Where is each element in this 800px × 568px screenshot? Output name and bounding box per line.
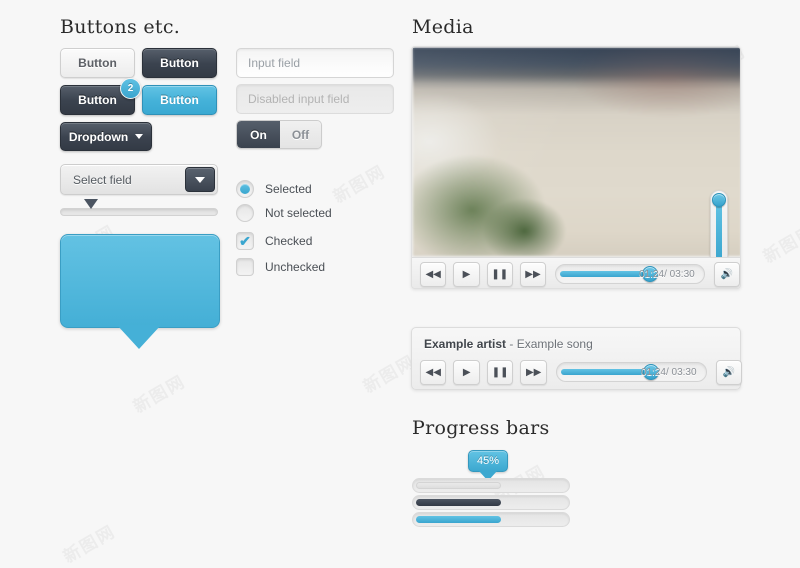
checkbox-checked-label: Checked — [265, 234, 313, 248]
blue-button[interactable]: Button — [142, 85, 217, 115]
progress-bar-blue-fill — [416, 516, 501, 523]
fast-forward-icon[interactable]: ▶▶ — [520, 359, 547, 385]
checkbox-unchecked-label: Unchecked — [265, 260, 326, 274]
progress-bar-dark — [412, 495, 570, 510]
page-title-media: Media — [412, 16, 474, 38]
rewind-icon[interactable]: ◀◀ — [420, 359, 447, 385]
blue-button-label: Button — [160, 93, 199, 107]
progress-bar-blue — [412, 512, 570, 527]
light-button[interactable]: Button — [60, 48, 135, 78]
pause-icon[interactable]: ❚❚ — [486, 359, 514, 385]
toggle-on-segment[interactable]: On — [237, 121, 280, 148]
radio-selected-label: Selected — [265, 182, 312, 196]
video-player[interactable]: ◀◀ ▶ ❚❚ ▶▶ 01:24/ 03:30 🔊 — [411, 46, 741, 289]
audio-controls-bar: ◀◀ ▶ ❚❚ ▶▶ 01:24/ 03:30 🔊 — [412, 355, 743, 389]
dropdown-button[interactable]: Dropdown — [60, 122, 152, 151]
chevron-down-icon — [135, 134, 144, 139]
pause-icon[interactable]: ❚❚ — [486, 261, 513, 287]
text-input[interactable] — [236, 48, 394, 78]
checkbox-icon-empty[interactable] — [236, 258, 254, 276]
radio-icon-selected[interactable] — [236, 180, 254, 198]
range-slider-thumb[interactable] — [84, 199, 98, 209]
volume-slider-knob[interactable] — [712, 193, 726, 207]
checkbox-unchecked[interactable]: Unchecked — [236, 258, 325, 276]
video-controls-bar: ◀◀ ▶ ❚❚ ▶▶ 01:24/ 03:30 🔊 — [412, 257, 740, 288]
disabled-input — [236, 84, 394, 114]
speech-bubble — [60, 234, 220, 328]
checkbox-checked[interactable]: ✔ Checked — [236, 232, 312, 250]
checkmark-icon[interactable]: ✔ — [236, 232, 254, 250]
speaker-icon[interactable]: 🔊 — [713, 261, 740, 287]
audio-track-title: Example artist - Example song — [424, 337, 593, 351]
radio-selected[interactable]: Selected — [236, 180, 312, 198]
page-title-buttons: Buttons etc. — [60, 16, 181, 38]
progress-bar-dark-fill — [416, 499, 501, 506]
video-time-label: 01:24/ 03:30 — [639, 268, 695, 280]
page-title-progress: Progress bars — [412, 417, 550, 439]
rewind-icon[interactable]: ◀◀ — [420, 261, 447, 287]
audio-seek-fill — [560, 369, 653, 375]
video-frame-overlay — [413, 48, 740, 256]
audio-seek-slider[interactable]: 01:24/ 03:30 — [555, 362, 707, 382]
audio-player[interactable]: Example artist - Example song ◀◀ ▶ ❚❚ ▶▶… — [411, 327, 743, 390]
audio-song: Example song — [516, 337, 593, 351]
buttons-section: Buttons etc. Button Button Button 2 Butt… — [0, 0, 400, 558]
fast-forward-icon[interactable]: ▶▶ — [519, 261, 547, 287]
dark-button-label: Button — [160, 56, 199, 70]
notification-badge: 2 — [120, 78, 141, 99]
volume-slider-fill — [716, 200, 722, 262]
audio-artist: Example artist — [424, 337, 507, 351]
progress-bar-grey-fill — [416, 482, 501, 489]
speech-bubble-tail — [117, 325, 161, 349]
audio-time-label: 01:24/ 03:30 — [640, 366, 697, 378]
range-slider[interactable] — [60, 199, 218, 216]
play-icon[interactable]: ▶ — [453, 359, 480, 385]
on-off-toggle[interactable]: On Off — [236, 120, 322, 149]
media-section: Media ◀◀ ▶ ❚❚ ▶▶ 01:24/ 03:30 🔊 Example … — [400, 0, 800, 558]
progress-bar-grey — [412, 478, 570, 493]
play-icon[interactable]: ▶ — [453, 261, 480, 287]
audio-separator: - — [506, 337, 517, 351]
progress-tooltip: 45% — [468, 450, 508, 472]
light-button-label: Button — [78, 56, 117, 70]
caret-down-icon[interactable] — [185, 167, 215, 192]
select-field-value: Select field — [73, 172, 132, 187]
dark-button[interactable]: Button — [142, 48, 217, 78]
radio-not-selected[interactable]: Not selected — [236, 204, 332, 222]
dark-badged-button-label: Button — [78, 93, 117, 107]
dropdown-button-label: Dropdown — [68, 129, 129, 144]
select-field[interactable]: Select field — [60, 164, 218, 195]
radio-icon-empty[interactable] — [236, 204, 254, 222]
speaker-icon[interactable]: 🔊 — [715, 359, 743, 385]
video-seek-slider[interactable]: 01:24/ 03:30 — [555, 264, 705, 284]
radio-not-selected-label: Not selected — [265, 206, 332, 220]
toggle-off-segment[interactable]: Off — [279, 121, 321, 148]
